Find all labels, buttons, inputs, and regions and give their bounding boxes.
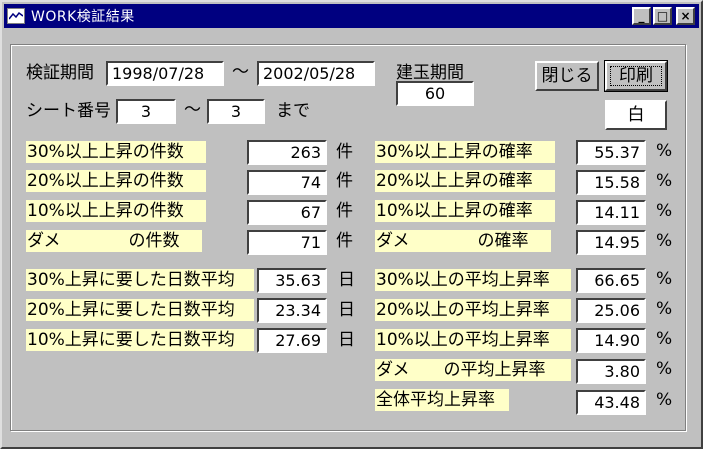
avg-rate-value[interactable]: 43.48 [576,390,646,415]
probability-label: 10%以上上昇の確率 [375,200,555,222]
white-button[interactable]: 白 [605,100,667,130]
print-button[interactable]: 印刷 [604,60,668,92]
sheet-end-input[interactable]: 3 [207,99,265,124]
avg-rate-unit: % [656,299,673,319]
avg-rate-unit: % [656,269,673,289]
window: WORK検証結果 _ □ × 検証期間 1998/07/28 〜 2002/05… [0,0,703,449]
period-label: 検証期間 [26,63,94,83]
sheet-label: シート番号 [26,101,111,121]
days-value[interactable]: 27.69 [257,328,327,353]
probability-unit: % [656,171,673,191]
count-label: 30%以上上昇の件数 [26,141,206,163]
avg-rate-value[interactable]: 14.90 [576,328,646,353]
probability-unit: % [656,201,673,221]
close-window-button[interactable]: × [676,7,695,25]
avg-rate-unit: % [656,329,673,349]
count-value[interactable]: 74 [247,170,327,195]
maximize-icon: □ [656,9,669,23]
days-value[interactable]: 35.63 [257,268,327,293]
probability-value[interactable]: 55.37 [576,140,646,165]
days-value[interactable]: 23.34 [257,298,327,323]
count-unit: 件 [336,142,353,162]
count-label: ダメ の件数 [26,230,202,252]
period-end-input[interactable]: 2002/05/28 [257,61,375,86]
avg-rate-label: 30%以上の平均上昇率 [375,269,571,291]
avg-rate-label: 全体平均上昇率 [375,389,509,411]
count-unit: 件 [336,231,353,251]
period-tilde: 〜 [232,62,249,82]
maximize-button[interactable]: □ [653,7,672,25]
count-unit: 件 [336,201,353,221]
window-title: WORK検証結果 [31,9,135,25]
days-label: 10%上昇に要した日数平均 [26,329,254,351]
minimize-button[interactable]: _ [632,7,651,25]
avg-rate-unit: % [656,390,673,410]
count-label: 10%以上上昇の件数 [26,200,206,222]
avg-rate-value[interactable]: 25.06 [576,298,646,323]
days-unit: 日 [338,270,355,290]
sheet-tilde: 〜 [184,100,201,120]
avg-rate-value[interactable]: 3.80 [576,359,646,384]
probability-value[interactable]: 14.11 [576,200,646,225]
avg-rate-label: 10%以上の平均上昇率 [375,329,571,351]
position-period-input[interactable]: 60 [396,81,474,106]
probability-label: ダメ の確率 [375,230,551,252]
period-start-input[interactable]: 1998/07/28 [106,61,224,86]
title-bar[interactable]: WORK検証結果 _ □ × [4,4,699,28]
probability-label: 30%以上上昇の確率 [375,141,555,163]
days-label: 20%上昇に要した日数平均 [26,299,254,321]
probability-unit: % [656,231,673,251]
probability-unit: % [656,141,673,161]
sheet-made-label: まで [276,101,310,121]
avg-rate-unit: % [656,359,673,379]
close-button[interactable]: 閉じる [535,61,599,91]
probability-label: 20%以上上昇の確率 [375,170,555,192]
avg-rate-value[interactable]: 66.65 [576,268,646,293]
probability-value[interactable]: 14.95 [576,230,646,255]
count-value[interactable]: 263 [247,140,327,165]
probability-value[interactable]: 15.58 [576,170,646,195]
count-unit: 件 [336,171,353,191]
avg-rate-label: ダメ の平均上昇率 [375,359,571,381]
days-label: 30%上昇に要した日数平均 [26,269,254,291]
sheet-start-input[interactable]: 3 [116,99,176,124]
avg-rate-label: 20%以上の平均上昇率 [375,299,571,321]
app-icon [7,8,25,24]
count-value[interactable]: 67 [247,200,327,225]
count-value[interactable]: 71 [247,230,327,255]
days-unit: 日 [338,330,355,350]
minimize-icon: _ [638,9,645,23]
days-unit: 日 [338,300,355,320]
count-label: 20%以上上昇の件数 [26,170,206,192]
close-icon: × [680,9,691,23]
